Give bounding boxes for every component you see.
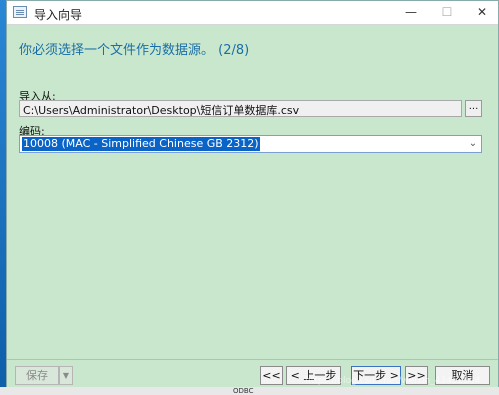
- import-wizard-window: 导入向导 — ☐ ✕ 你必须选择一个文件作为数据源。 (2/8) 导入从: C:…: [6, 0, 499, 389]
- maximize-button: ☐: [441, 5, 453, 19]
- close-button[interactable]: ✕: [465, 1, 499, 24]
- odbc-label: ODBC: [233, 387, 254, 395]
- encoding-selected-value: 10008 (MAC - Simplified Chinese GB 2312): [22, 137, 260, 151]
- title-bar[interactable]: 导入向导 — ☐ ✕: [7, 1, 498, 25]
- window-title: 导入向导: [34, 8, 83, 22]
- step-heading: 你必须选择一个文件作为数据源。 (2/8): [19, 43, 250, 58]
- minimize-button[interactable]: —: [394, 1, 428, 24]
- watermark-text: https://blog.csdn.net/weixin_43452964: [305, 376, 481, 386]
- save-button: 保存: [15, 366, 59, 385]
- browse-button[interactable]: ...: [465, 100, 482, 117]
- chevron-down-icon[interactable]: ⌄: [465, 136, 481, 152]
- encoding-select[interactable]: 10008 (MAC - Simplified Chinese GB 2312)…: [19, 135, 482, 153]
- first-step-button[interactable]: <<: [260, 366, 283, 385]
- wizard-app-icon: [13, 6, 27, 18]
- file-path-field[interactable]: C:\Users\Administrator\Desktop\短信订单数据库.c…: [19, 100, 462, 117]
- save-dropdown-button: ▼: [59, 366, 73, 385]
